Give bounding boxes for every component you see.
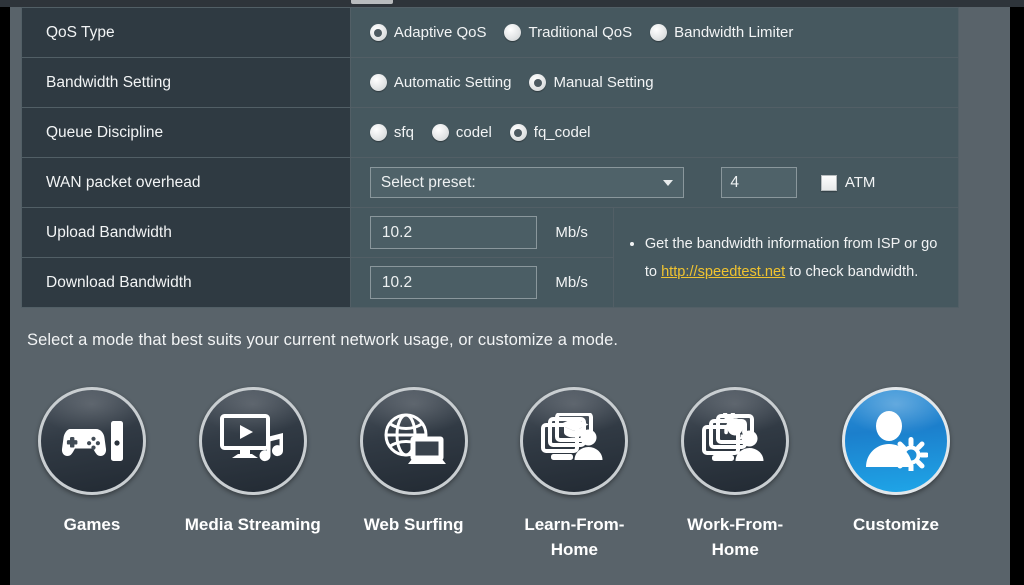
mode-description: Select a mode that best suits your curre… <box>27 331 619 349</box>
radio-dot-icon <box>369 24 387 41</box>
table-row-bandwidth-setting: Bandwidth Setting Automatic Setting Manu… <box>21 57 960 108</box>
table-row-qos-type: QoS Type Adaptive QoS Traditional QoS Ba… <box>21 7 960 58</box>
wan-overhead-input[interactable]: 4 <box>721 167 798 198</box>
globe-laptop-icon <box>359 387 468 495</box>
row-label-wan-packet-overhead: WAN packet overhead <box>21 157 351 208</box>
mode-label: Media Streaming <box>184 515 321 534</box>
row-label-upload-bandwidth: Upload Bandwidth <box>21 207 351 258</box>
atm-checkbox-label: ATM <box>844 174 876 191</box>
row-value-wan-packet-overhead: Select preset: 4 ATM <box>349 157 960 208</box>
mode-label: Learn-From-Home <box>524 515 625 559</box>
user-gear-icon <box>841 387 950 495</box>
radio-bandwidth-limiter[interactable]: Bandwidth Limiter <box>650 24 793 41</box>
radio-dot-icon <box>504 24 522 41</box>
checkbox-icon <box>820 174 837 191</box>
mode-item-work-from-home[interactable]: Work-From-Home <box>665 387 805 562</box>
mode-selection-panel: Select a mode that best suits your curre… <box>10 315 1010 585</box>
radio-dot-icon <box>431 124 449 141</box>
row-value-download-bandwidth: 10.2 Mb/s <box>349 257 614 308</box>
mode-item-media-streaming[interactable]: Media Streaming <box>183 387 323 562</box>
radio-dot-icon <box>529 74 547 91</box>
bandwidth-hint-cell: Get the bandwidth information from ISP o… <box>612 207 960 308</box>
row-value-qos-type: Adaptive QoS Traditional QoS Bandwidth L… <box>349 7 960 58</box>
mode-item-web-surfing[interactable]: Web Surfing <box>344 387 484 562</box>
radio-traditional-qos[interactable]: Traditional QoS <box>504 24 632 41</box>
wan-preset-select-value: Select preset: <box>380 173 476 191</box>
upload-bandwidth-unit: Mb/s <box>555 224 588 241</box>
mode-label: Games <box>63 515 121 534</box>
queue-discipline-radio-group[interactable]: sfq codel fq_codel <box>369 124 958 141</box>
page-gutter-right <box>1010 7 1024 585</box>
monitor-play-music-icon <box>198 387 307 495</box>
qos-type-radio-group[interactable]: Adaptive QoS Traditional QoS Bandwidth L… <box>369 24 958 41</box>
table-row-upload-bandwidth: Upload Bandwidth 10.2 Mb/s Get the bandw… <box>21 207 960 308</box>
table-row-wan-packet-overhead: WAN packet overhead Select preset: 4 ATM <box>21 157 960 208</box>
radio-dot-icon <box>369 74 387 91</box>
radio-codel[interactable]: codel <box>431 124 492 141</box>
hint-text-after: to check bandwidth. <box>785 263 919 280</box>
row-label-qos-type: QoS Type <box>21 7 351 58</box>
download-bandwidth-unit: Mb/s <box>555 274 588 291</box>
wan-preset-select[interactable]: Select preset: <box>369 167 684 198</box>
row-label-bandwidth-setting: Bandwidth Setting <box>21 57 351 108</box>
radio-sfq[interactable]: sfq <box>369 124 414 141</box>
qos-settings-table: QoS Type Adaptive QoS Traditional QoS Ba… <box>21 7 960 308</box>
graduation-screen-person-icon <box>520 387 629 495</box>
mode-item-learn-from-home[interactable]: Learn-From-Home <box>504 387 644 562</box>
radio-label: fq_codel <box>533 124 591 141</box>
bandwidth-setting-radio-group[interactable]: Automatic Setting Manual Setting <box>369 74 958 91</box>
table-row-queue-discipline: Queue Discipline sfq codel fq_codel <box>21 107 960 158</box>
upload-bandwidth-input[interactable]: 10.2 <box>369 216 537 249</box>
speedtest-link[interactable]: http://speedtest.net <box>661 264 785 280</box>
router-qos-settings-screen: QoS Type Adaptive QoS Traditional QoS Ba… <box>0 0 1024 585</box>
radio-label: Manual Setting <box>553 74 654 91</box>
radio-dot-icon <box>509 124 527 141</box>
top-chrome-strip <box>0 0 1024 7</box>
mode-list: Games Media Streaming Web Surfing Learn-… <box>22 387 966 562</box>
browser-tab-nub <box>351 0 393 4</box>
radio-manual-setting[interactable]: Manual Setting <box>529 74 654 91</box>
mode-label: Web Surfing <box>363 515 464 534</box>
page-gutter-left <box>0 7 10 585</box>
row-value-upload-bandwidth: 10.2 Mb/s <box>349 207 614 258</box>
radio-label: Bandwidth Limiter <box>674 24 794 41</box>
chevron-down-icon <box>662 179 673 186</box>
mode-item-games[interactable]: Games <box>22 387 162 562</box>
mode-label: Work-From-Home <box>687 515 784 559</box>
radio-dot-icon <box>369 124 387 141</box>
mode-item-customize[interactable]: Customize <box>826 387 966 562</box>
page-body: QoS Type Adaptive QoS Traditional QoS Ba… <box>10 7 1010 585</box>
row-label-download-bandwidth: Download Bandwidth <box>21 257 351 308</box>
radio-label: Adaptive QoS <box>393 24 487 41</box>
row-label-queue-discipline: Queue Discipline <box>21 107 351 158</box>
radio-label: Traditional QoS <box>528 24 633 41</box>
atm-checkbox[interactable]: ATM <box>820 174 876 191</box>
row-value-bandwidth-setting: Automatic Setting Manual Setting <box>349 57 960 108</box>
gamepad-console-icon <box>38 387 146 495</box>
radio-label: codel <box>455 124 492 141</box>
radio-label: Automatic Setting <box>393 74 512 91</box>
radio-fq-codel[interactable]: fq_codel <box>509 124 591 141</box>
headset-screen-person-icon <box>681 387 790 495</box>
radio-adaptive-qos[interactable]: Adaptive QoS <box>369 24 487 41</box>
mode-label: Customize <box>853 515 939 534</box>
bandwidth-hint-list: Get the bandwidth information from ISP o… <box>645 230 942 286</box>
radio-label: sfq <box>393 124 414 141</box>
download-bandwidth-input[interactable]: 10.2 <box>369 266 537 299</box>
radio-dot-icon <box>650 24 668 41</box>
row-value-queue-discipline: sfq codel fq_codel <box>349 107 960 158</box>
radio-automatic-setting[interactable]: Automatic Setting <box>369 74 512 91</box>
list-item: Get the bandwidth information from ISP o… <box>645 230 942 286</box>
